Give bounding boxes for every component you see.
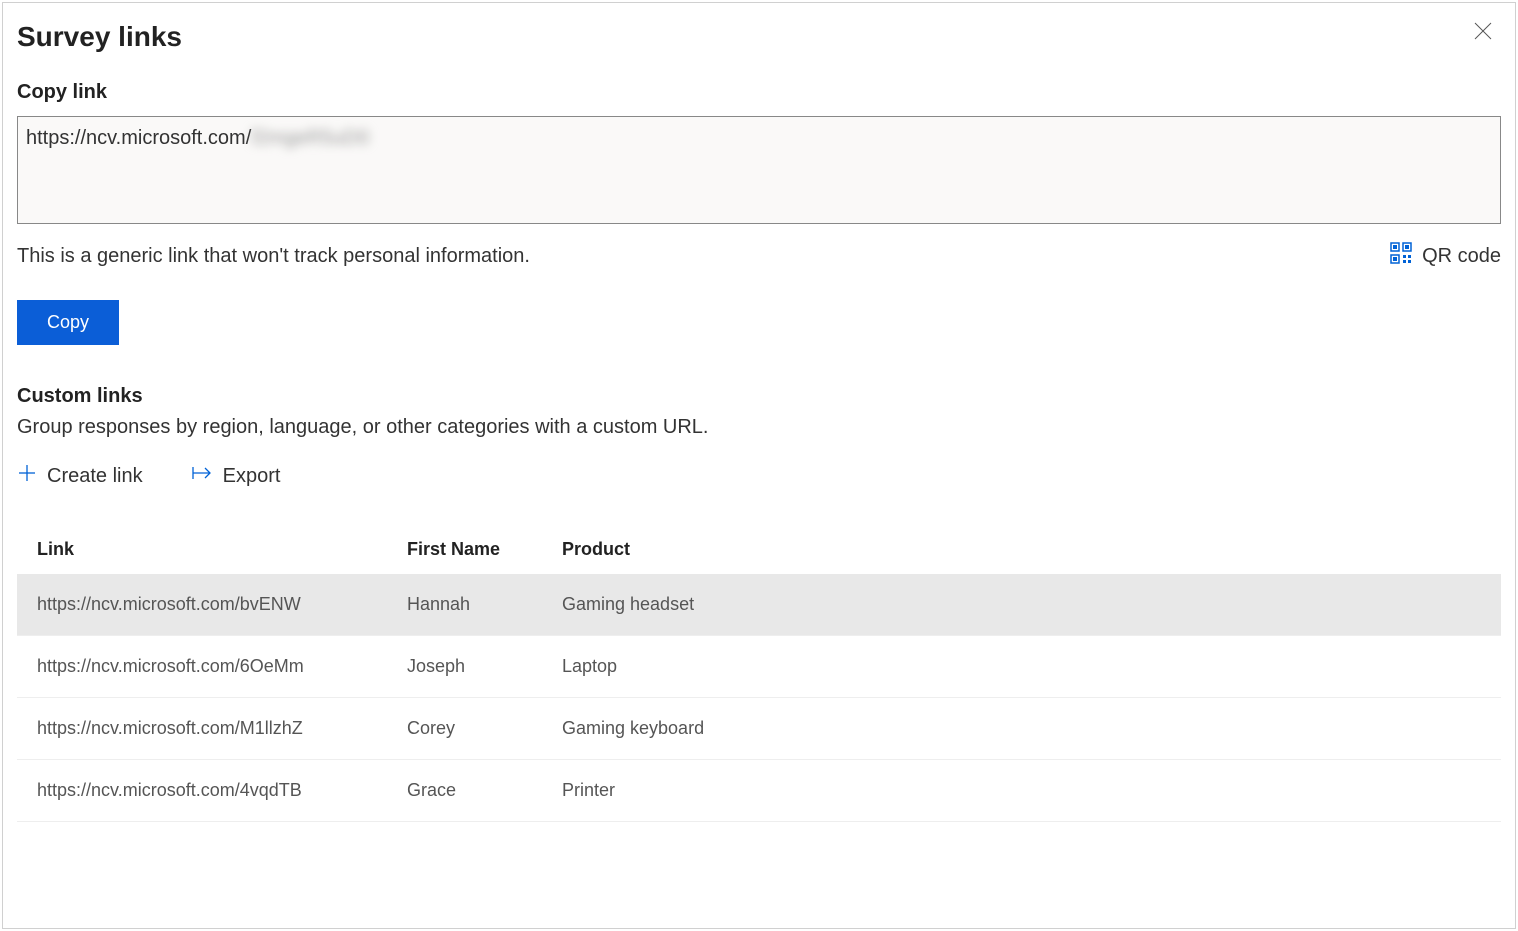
custom-links-title: Custom links bbox=[17, 385, 1501, 408]
close-icon[interactable] bbox=[1473, 21, 1493, 46]
cell-product: Gaming headset bbox=[562, 594, 1481, 615]
survey-links-dialog: Survey links Copy link https://ncv.micro… bbox=[2, 2, 1516, 929]
cell-link: https://ncv.microsoft.com/4vqdTB bbox=[37, 780, 407, 801]
header-product: Product bbox=[562, 539, 1481, 560]
cell-product: Printer bbox=[562, 780, 1481, 801]
table-row[interactable]: https://ncv.microsoft.com/4vqdTBGracePri… bbox=[17, 760, 1501, 822]
info-row: This is a generic link that won't track … bbox=[17, 242, 1501, 270]
copy-link-label: Copy link bbox=[17, 81, 1501, 104]
plus-icon bbox=[17, 463, 37, 489]
table-row[interactable]: https://ncv.microsoft.com/6OeMmJosephLap… bbox=[17, 636, 1501, 698]
header-firstname: First Name bbox=[407, 539, 562, 560]
actions-row: Create link Export bbox=[17, 463, 1501, 489]
create-link-label: Create link bbox=[47, 465, 143, 488]
cell-link: https://ncv.microsoft.com/6OeMm bbox=[37, 656, 407, 677]
header-link: Link bbox=[37, 539, 407, 560]
table-body: https://ncv.microsoft.com/bvENWHannahGam… bbox=[17, 574, 1501, 822]
create-link-button[interactable]: Create link bbox=[17, 463, 143, 489]
link-prefix: https://ncv.microsoft.com/ bbox=[26, 127, 251, 149]
qr-icon bbox=[1390, 242, 1412, 270]
cell-product: Gaming keyboard bbox=[562, 718, 1481, 739]
link-blurred-suffix: f2mgeR5uD0 bbox=[251, 127, 369, 149]
table-header: Link First Name Product bbox=[17, 525, 1501, 574]
cell-firstname: Grace bbox=[407, 780, 562, 801]
cell-firstname: Joseph bbox=[407, 656, 562, 677]
qr-code-button[interactable]: QR code bbox=[1390, 242, 1501, 270]
survey-link-input[interactable]: https://ncv.microsoft.com/f2mgeR5uD0 bbox=[17, 116, 1501, 224]
cell-product: Laptop bbox=[562, 656, 1481, 677]
cell-firstname: Hannah bbox=[407, 594, 562, 615]
table-row[interactable]: https://ncv.microsoft.com/M1llzhZCoreyGa… bbox=[17, 698, 1501, 760]
table-row[interactable]: https://ncv.microsoft.com/bvENWHannahGam… bbox=[17, 574, 1501, 636]
custom-links-desc: Group responses by region, language, or … bbox=[17, 416, 1501, 439]
dialog-title: Survey links bbox=[17, 21, 1501, 53]
export-label: Export bbox=[223, 465, 281, 488]
export-icon bbox=[191, 463, 213, 489]
copy-button[interactable]: Copy bbox=[17, 300, 119, 345]
custom-links-table: Link First Name Product https://ncv.micr… bbox=[17, 525, 1501, 822]
cell-firstname: Corey bbox=[407, 718, 562, 739]
export-button[interactable]: Export bbox=[191, 463, 281, 489]
cell-link: https://ncv.microsoft.com/M1llzhZ bbox=[37, 718, 407, 739]
cell-link: https://ncv.microsoft.com/bvENW bbox=[37, 594, 407, 615]
info-text: This is a generic link that won't track … bbox=[17, 245, 530, 268]
qr-code-label: QR code bbox=[1422, 245, 1501, 268]
